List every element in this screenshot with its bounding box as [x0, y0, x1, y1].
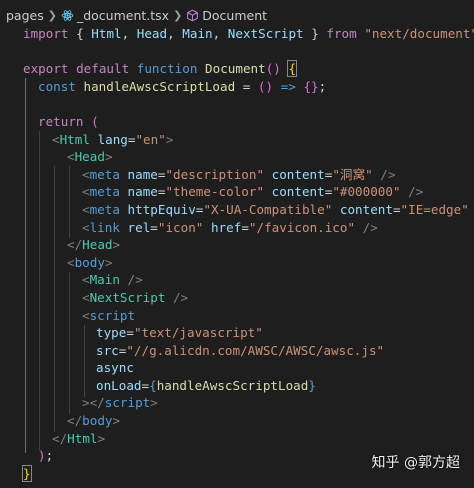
code-line-16: <NextScript />	[82, 289, 189, 305]
chevron-right-icon: ❯	[47, 8, 57, 22]
code-line-1: import { Html, Head, Main, NextScript } …	[23, 26, 474, 41]
code-line-22: ></script>	[82, 395, 158, 411]
code-line-24: </Html>	[52, 430, 106, 446]
code-line-23: </body>	[67, 413, 121, 429]
code-line-14: <body>	[67, 254, 113, 270]
code-line-19: src="//g.alicdn.com/AWSC/AWSC/awsc.js"	[96, 342, 385, 358]
code-line-8: <Head>	[67, 149, 113, 165]
code-line-9: <meta name="description" content="洞窝" />	[82, 166, 396, 182]
chevron-right-icon: ❯	[173, 8, 183, 22]
code-line-12: <link rel="icon" href="/favicon.ico" />	[82, 219, 378, 235]
watermark-author: @郭方超	[404, 455, 460, 471]
matched-bracket: }	[22, 464, 32, 482]
watermark-site: 知乎	[371, 455, 400, 471]
breadcrumb-folder[interactable]: pages	[6, 8, 44, 23]
code-line-17: <script	[82, 307, 136, 323]
code-line-6: return (	[38, 113, 99, 129]
code-line-11: <meta httpEquiv="X-UA-Compatible" conten…	[82, 201, 469, 217]
code-line-10: <meta name="theme-color" content="#00000…	[82, 184, 424, 200]
code-line-18: type="text/javascript"	[96, 325, 263, 341]
code-line-4: const handleAwscScriptLoad = () => {};	[38, 78, 327, 94]
breadcrumb-file[interactable]: _document.tsx	[77, 8, 169, 23]
code-line-3: export default function Document() {	[23, 60, 298, 78]
code-line-13: </Head>	[67, 237, 121, 253]
cube-symbol-icon	[187, 9, 199, 21]
watermark: 知乎 @郭方超	[372, 452, 460, 472]
react-file-icon	[61, 9, 74, 21]
code-editor[interactable]: import { Html, Head, Main, NextScript } …	[0, 25, 474, 482]
code-line-15: <Main />	[82, 272, 143, 288]
matched-bracket: {	[287, 60, 298, 78]
code-line-20: async	[96, 360, 134, 376]
code-line-7: <Html lang="en">	[52, 131, 174, 147]
breadcrumb-symbol[interactable]: Document	[202, 8, 267, 23]
code-line-21: onLoad={handleAwscScriptLoad}	[96, 377, 316, 393]
